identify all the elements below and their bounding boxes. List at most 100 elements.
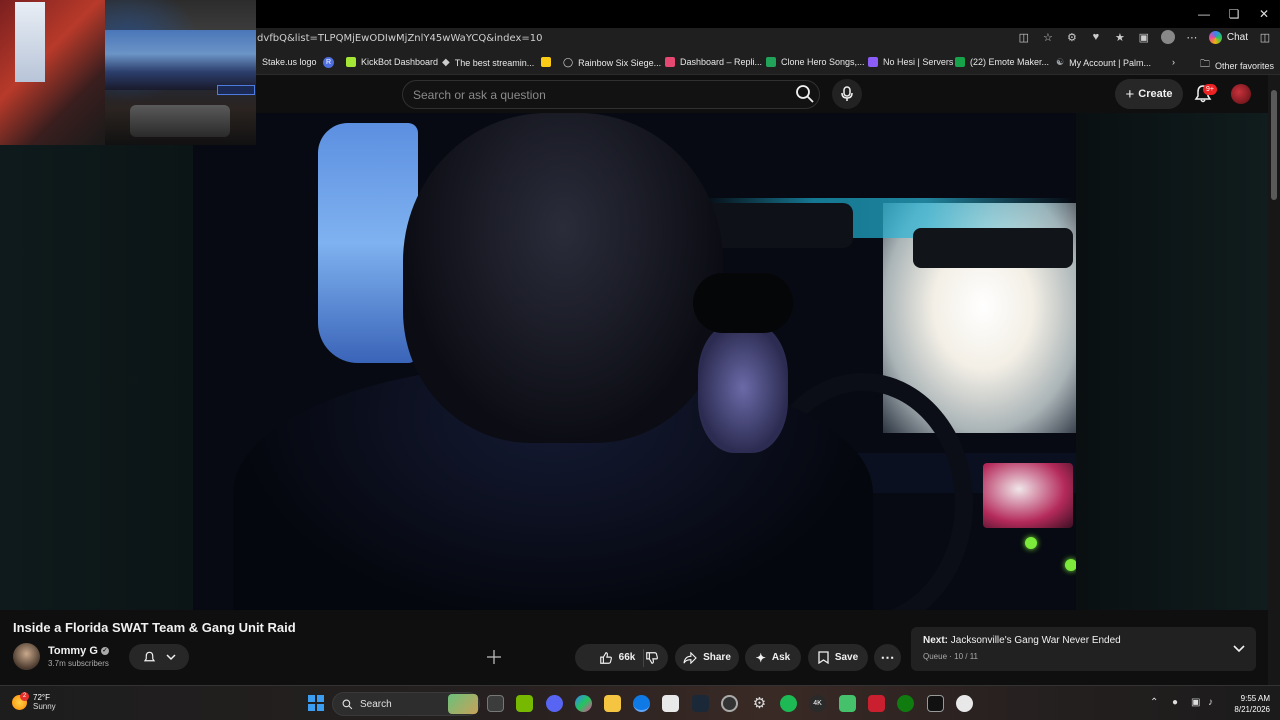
voice-search-button[interactable] [832,79,862,109]
edge-icon[interactable] [633,695,650,712]
sidebar-toggle-icon[interactable]: ◫ [1258,30,1272,44]
bookmark-item[interactable]: Clone Hero Songs,... [766,57,865,67]
copilot-chat-button[interactable]: Chat [1208,30,1248,44]
create-label: Create [1138,88,1173,100]
network-icon[interactable]: ▣ [1191,697,1200,708]
bookmark-item[interactable]: No Hesi | Servers [868,57,953,67]
sparkle-icon: ✦ [755,650,766,665]
scrollbar-thumb[interactable] [1271,90,1277,200]
chevron-down-icon[interactable] [1232,641,1246,655]
tray-overflow-icon[interactable]: ⌃ [1150,697,1158,708]
bookmark-label: KickBot Dashboard [361,57,439,67]
subscribed-button[interactable] [129,644,189,670]
bookmark-label: Stake.us logo [262,57,317,67]
file-explorer-icon[interactable] [604,695,621,712]
split-screen-icon[interactable]: ◫ [1017,30,1031,44]
dislike-button[interactable] [637,644,667,671]
sheets-icon [766,57,776,67]
search-icon [342,699,353,709]
bookmark-item[interactable]: KickBot Dashboard [346,57,438,67]
page-scrollbar[interactable] [1268,75,1280,685]
ask-button[interactable]: ✦ Ask [745,644,801,671]
other-favorites[interactable]: 🗀 Other favorites [1200,57,1274,74]
next-video-title: Next: Jacksonville's Gang War Never Ende… [923,635,1121,646]
bookmark-label: The best streamin... [454,57,535,68]
weather-widget[interactable]: 72°F Sunny [12,693,56,711]
share-button[interactable]: Share [675,644,739,671]
next-in-queue-card[interactable]: Next: Jacksonville's Gang War Never Ende… [911,627,1256,671]
store-icon[interactable] [662,695,679,712]
bookmark-item[interactable]: R [323,57,334,68]
maximize-icon[interactable]: ❏ [1218,0,1250,28]
plus-icon: + [1125,85,1135,103]
channel-name[interactable]: Tommy G ✓ [48,645,109,657]
profile-icon[interactable] [1160,30,1175,44]
steam-icon[interactable] [692,695,709,712]
start-button[interactable] [308,695,324,711]
favorites-icon[interactable]: ★ [1113,30,1127,44]
nvidia-icon[interactable] [516,695,533,712]
weather-temperature: 72°F [33,693,50,702]
app-m-icon[interactable] [868,695,885,712]
share-arrow-icon [683,651,697,664]
volume-icon[interactable]: ♪ [1208,697,1213,708]
bookmark-item[interactable]: Stake.us logo [262,57,317,67]
emote-icon [955,57,965,67]
bookmarks-overflow-chevron-icon[interactable]: › [1172,57,1175,67]
bookmark-item[interactable]: ◯ Rainbow Six Siege... [563,57,661,68]
video-player[interactable] [193,113,1076,610]
task-view-icon[interactable] [487,695,504,712]
system-clock[interactable]: 9:55 AM 8/21/2026 [1226,693,1270,715]
bookmark-item[interactable]: ☯ My Account | Palm... [1056,57,1151,68]
search-input[interactable]: Search or ask a question [402,80,820,109]
like-count: 66k [618,652,636,663]
bookmark-label: Clone Hero Songs,... [781,57,865,67]
app-icon[interactable] [721,695,738,712]
bookmark-icon [818,651,829,664]
channel-name-text: Tommy G [48,645,98,657]
close-icon[interactable]: ✕ [1248,0,1280,28]
favorite-star-icon[interactable]: ☆ [1041,30,1055,44]
app-b-icon[interactable] [839,695,856,712]
bookmark-label: (22) Emote Maker... [970,57,1050,67]
save-label: Save [834,652,859,663]
account-avatar[interactable] [1231,84,1251,104]
save-button[interactable]: Save [808,644,868,671]
more-icon[interactable]: ⋯ [1185,30,1199,44]
search-highlight-icon [448,694,478,714]
bookmark-label: No Hesi | Servers [883,57,954,67]
bookmark-item[interactable]: Dashboard – Repli... [665,57,762,67]
app-p-icon[interactable] [927,695,944,712]
bookmark-label: My Account | Palm... [1069,57,1151,68]
more-horizontal-icon: ⋯ [880,649,895,665]
ask-label: Ask [771,652,791,663]
discord-icon[interactable] [546,695,563,712]
channel-avatar[interactable] [13,643,40,670]
xbox-icon[interactable] [897,695,914,712]
minimize-icon[interactable]: — [1188,0,1220,28]
bookmark-item[interactable]: ◆ The best streamin... [442,57,534,68]
search-placeholder: Search or ask a question [413,88,546,102]
bookmark-label: Dashboard – Repli... [680,57,763,67]
microphone-tray-icon[interactable]: ● [1172,697,1178,708]
browser-essentials-icon[interactable]: ♥ [1089,30,1103,44]
bookmark-item[interactable] [541,57,551,67]
spotify-icon[interactable] [780,695,797,712]
browser-toolbar-icons: ◫ ☆ ⚙ ♥ ★ ▣ ⋯ Chat ◫ [1017,30,1272,44]
copilot-app-icon[interactable] [575,695,592,712]
4k-video-icon[interactable]: 4K [809,695,826,712]
weather-condition: Sunny [33,702,56,711]
settings-gear-icon[interactable]: ⚙ [751,695,768,712]
extensions-icon[interactable]: ⚙ [1065,30,1079,44]
url-field[interactable]: dvfbQ&list=TLPQMjEwODIwMjZnlY45wWaYCQ&in… [257,33,543,44]
next-prefix: Next: [923,635,949,646]
create-button[interactable]: + Create [1115,79,1183,109]
other-favorites-label: Other favorites [1215,60,1275,71]
copilot-icon [1208,30,1222,44]
more-actions-button[interactable]: ⋯ [874,644,901,671]
chrome-icon[interactable] [956,695,973,712]
verified-check-icon: ✓ [100,647,109,655]
collections-icon[interactable]: ▣ [1137,30,1151,44]
search-icon[interactable] [795,84,815,104]
bookmark-item[interactable]: (22) Emote Maker... [955,57,1049,67]
